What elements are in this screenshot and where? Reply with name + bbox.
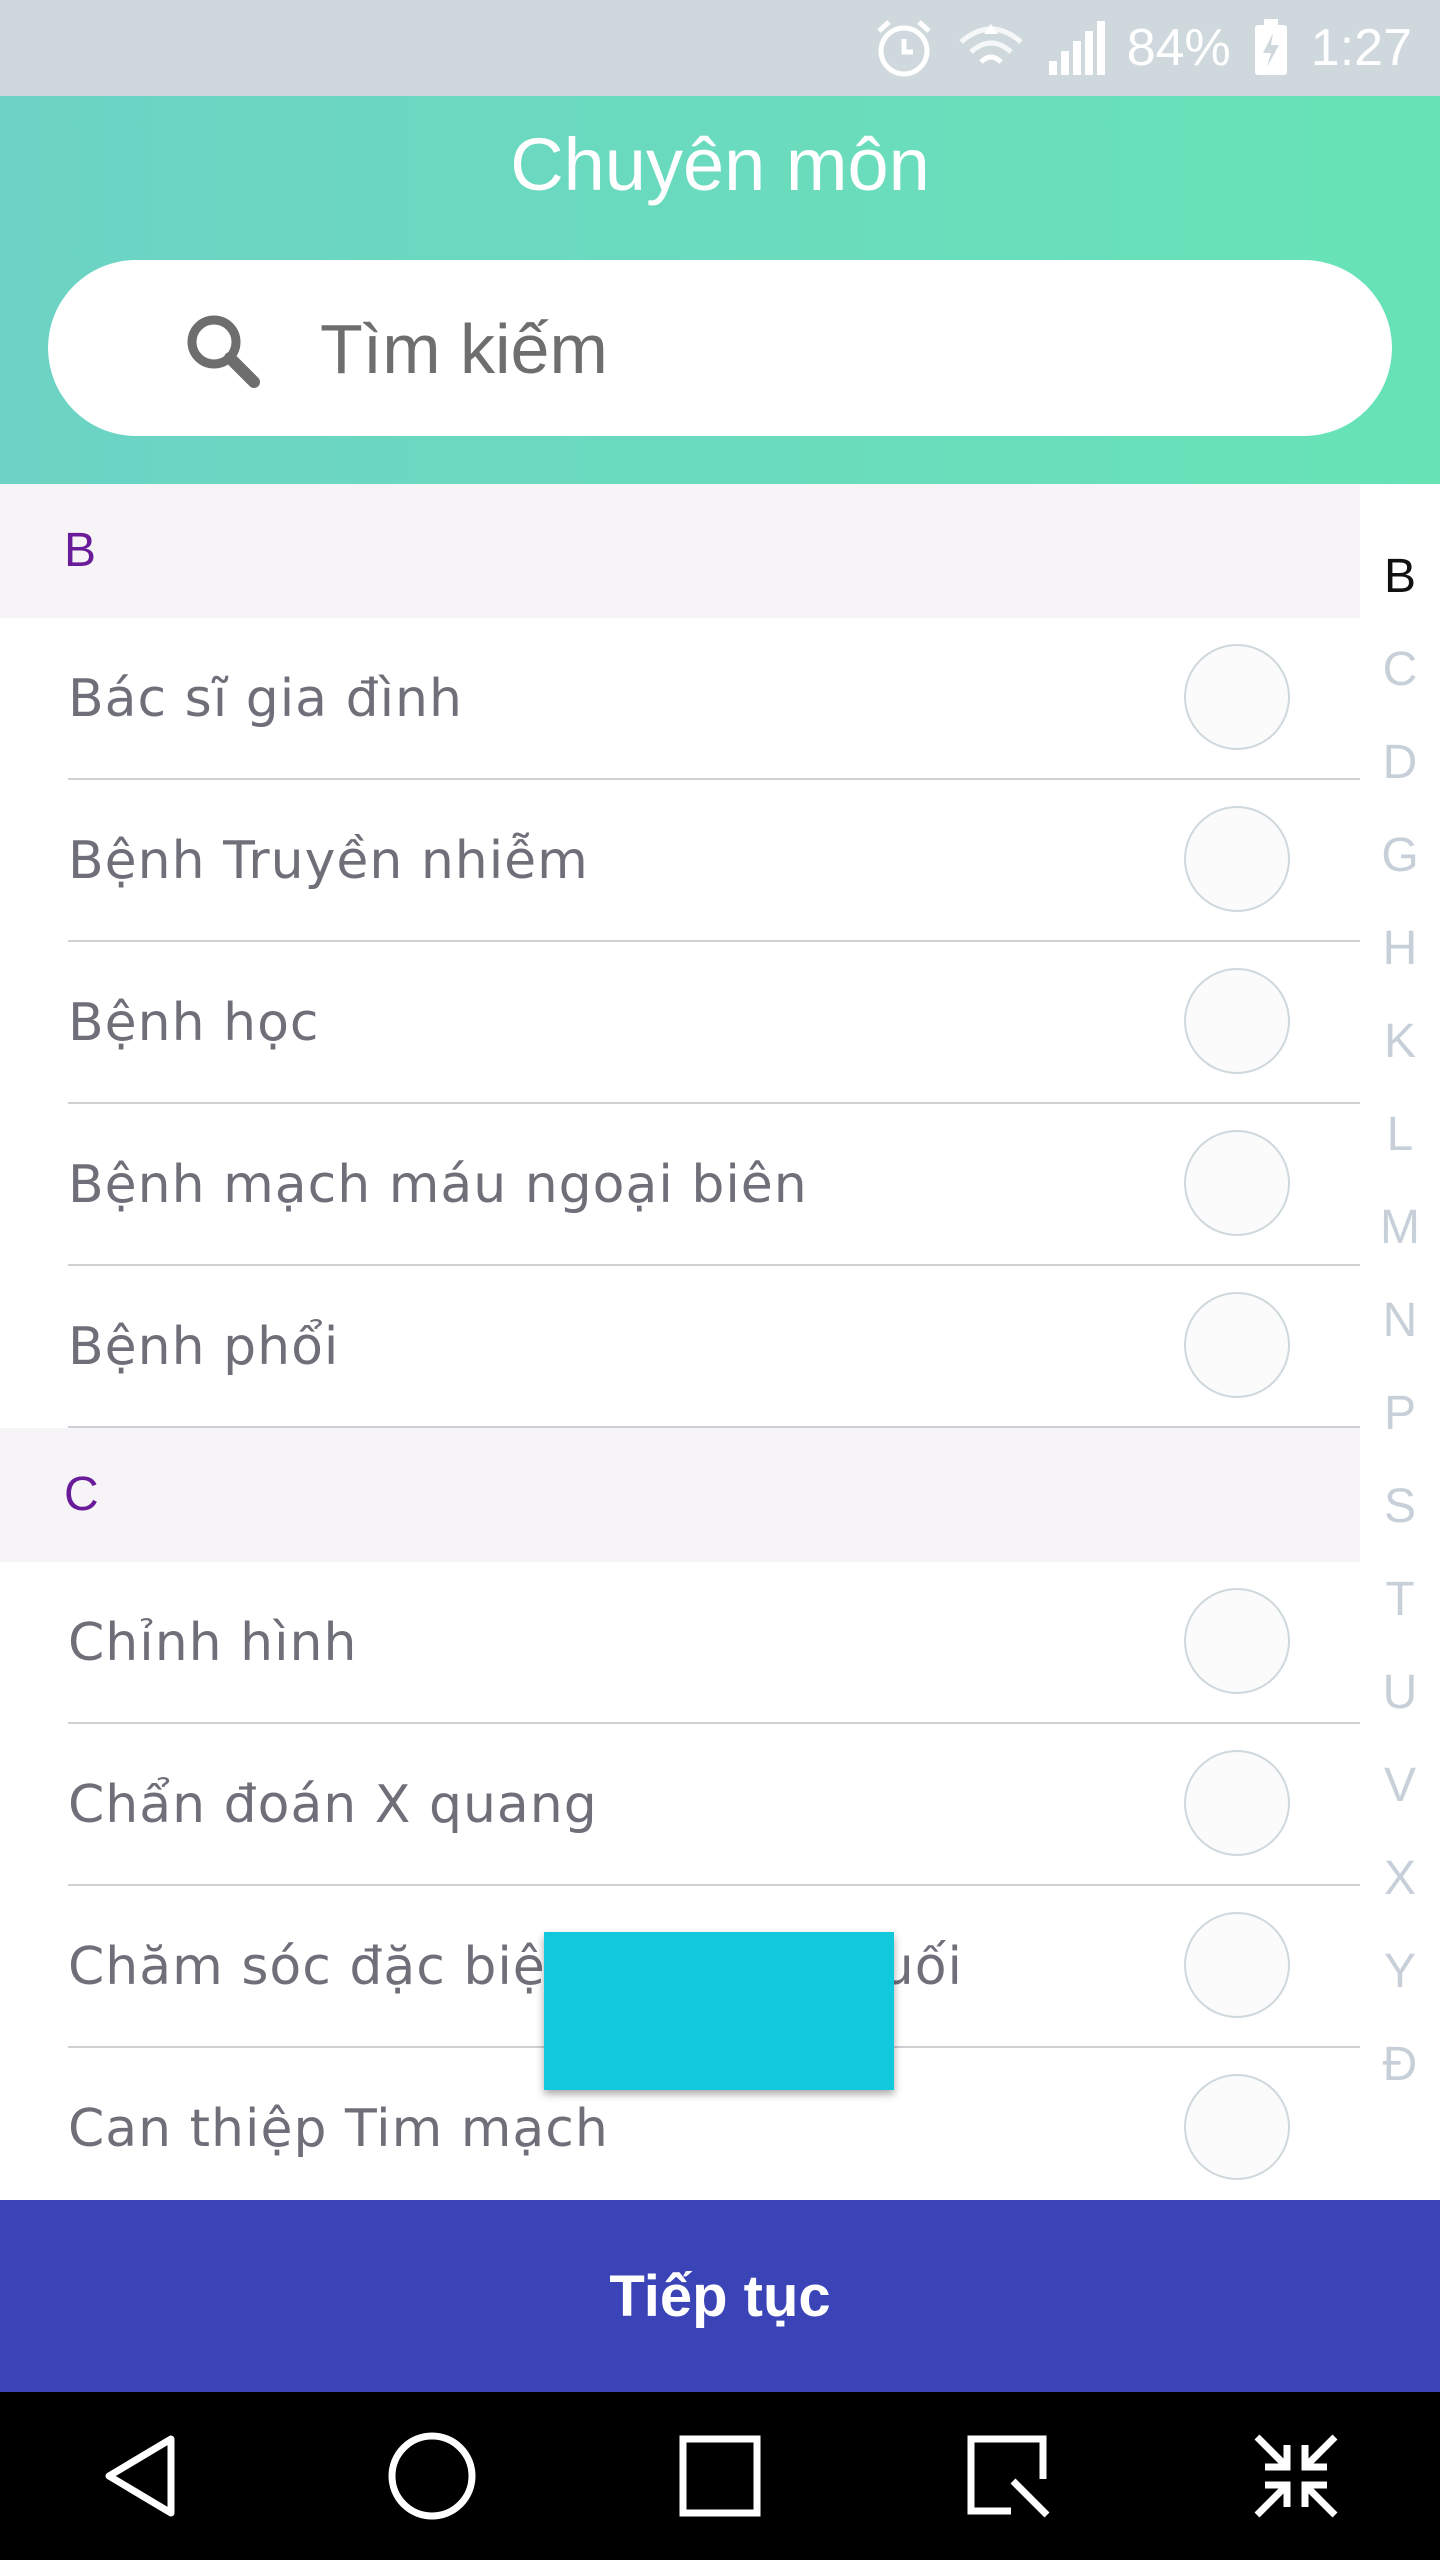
continue-button[interactable]: Tiếp tục [0,2200,1440,2392]
list-item[interactable]: Bác sĩ gia đình [0,618,1360,780]
home-icon[interactable] [362,2406,502,2546]
section-letter: C [64,1468,99,1521]
navigation-bar [0,2392,1440,2560]
alarm-icon [873,17,935,79]
index-letter-p[interactable]: P [1360,1367,1440,1460]
index-letter-h[interactable]: H [1360,902,1440,995]
signal-icon [1047,19,1105,77]
list-item[interactable]: Bệnh Truyền nhiễm [0,780,1360,942]
clock: 1:27 [1311,18,1412,78]
select-radio[interactable] [1184,806,1290,912]
wifi-icon [957,22,1025,74]
select-radio[interactable] [1184,968,1290,1074]
battery-charging-icon [1253,19,1289,77]
index-letter-d[interactable]: D [1360,716,1440,809]
search-icon [187,315,260,388]
section-header-c: C [0,1428,1360,1562]
select-radio[interactable] [1184,1750,1290,1856]
list-item-label: Bệnh mạch máu ngoại biên [68,1155,808,1215]
list-item[interactable]: Bệnh phổi [0,1266,1360,1428]
search-bar[interactable] [48,260,1392,438]
battery-text: 84% [1127,18,1231,78]
toast-overlay [544,1932,894,2090]
list-item-label: Chỉnh hình [68,1613,358,1673]
recents-icon[interactable] [650,2406,790,2546]
list-item[interactable]: Chẩn đoán X quang [0,1724,1360,1886]
select-radio[interactable] [1184,1130,1290,1236]
index-letter-u[interactable]: U [1360,1646,1440,1739]
list-item[interactable]: Chỉnh hình [0,1562,1360,1724]
index-letter-m[interactable]: M [1360,1181,1440,1274]
index-letter-k[interactable]: K [1360,995,1440,1088]
index-letter-dd[interactable]: Đ [1360,2018,1440,2111]
section-header-b: B [0,484,1360,618]
list-item-label: Bệnh học [68,993,320,1053]
select-radio[interactable] [1184,1588,1290,1694]
index-letter-g[interactable]: G [1360,809,1440,902]
select-radio[interactable] [1184,2074,1290,2180]
index-letter-x[interactable]: X [1360,1832,1440,1925]
collapse-icon[interactable] [1226,2406,1366,2546]
index-letter-c[interactable]: C [1360,623,1440,716]
index-letter-n[interactable]: N [1360,1274,1440,1367]
index-letter-b[interactable]: B [1360,530,1440,623]
capture-icon[interactable] [938,2406,1078,2546]
battery-percent: 84% [1126,19,1231,77]
index-letter-t[interactable]: T [1360,1553,1440,1646]
list-item-label: Bệnh Truyền nhiễm [68,831,589,891]
list-item[interactable]: Bệnh học [0,942,1360,1104]
search-input[interactable] [318,260,1322,438]
back-icon[interactable] [74,2406,214,2546]
index-letter-y[interactable]: Y [1360,1925,1440,2018]
time-text: 1:27 [1310,19,1412,77]
select-radio[interactable] [1184,644,1290,750]
index-letter-v[interactable]: V [1360,1739,1440,1832]
list-item-label: Bệnh phổi [68,1317,340,1377]
select-radio[interactable] [1184,1292,1290,1398]
index-letter-l[interactable]: L [1360,1088,1440,1181]
section-letter: B [64,524,97,577]
select-radio[interactable] [1184,1912,1290,2018]
list-item-label: Bác sĩ gia đình [68,669,463,729]
list-item-label: Can thiệp Tim mạch [68,2099,609,2159]
status-bar: 84% 1:27 [0,0,1440,96]
header: Chuyên môn [0,96,1440,484]
list-item[interactable]: Bệnh mạch máu ngoại biên [0,1104,1360,1266]
list-item-label: Chẩn đoán X quang [68,1775,598,1835]
page-title: Chuyên môn [510,123,930,206]
index-letter-s[interactable]: S [1360,1460,1440,1553]
alphabet-index[interactable]: B C D G H K L M N P S T U V X Y Đ [1360,530,1440,2111]
